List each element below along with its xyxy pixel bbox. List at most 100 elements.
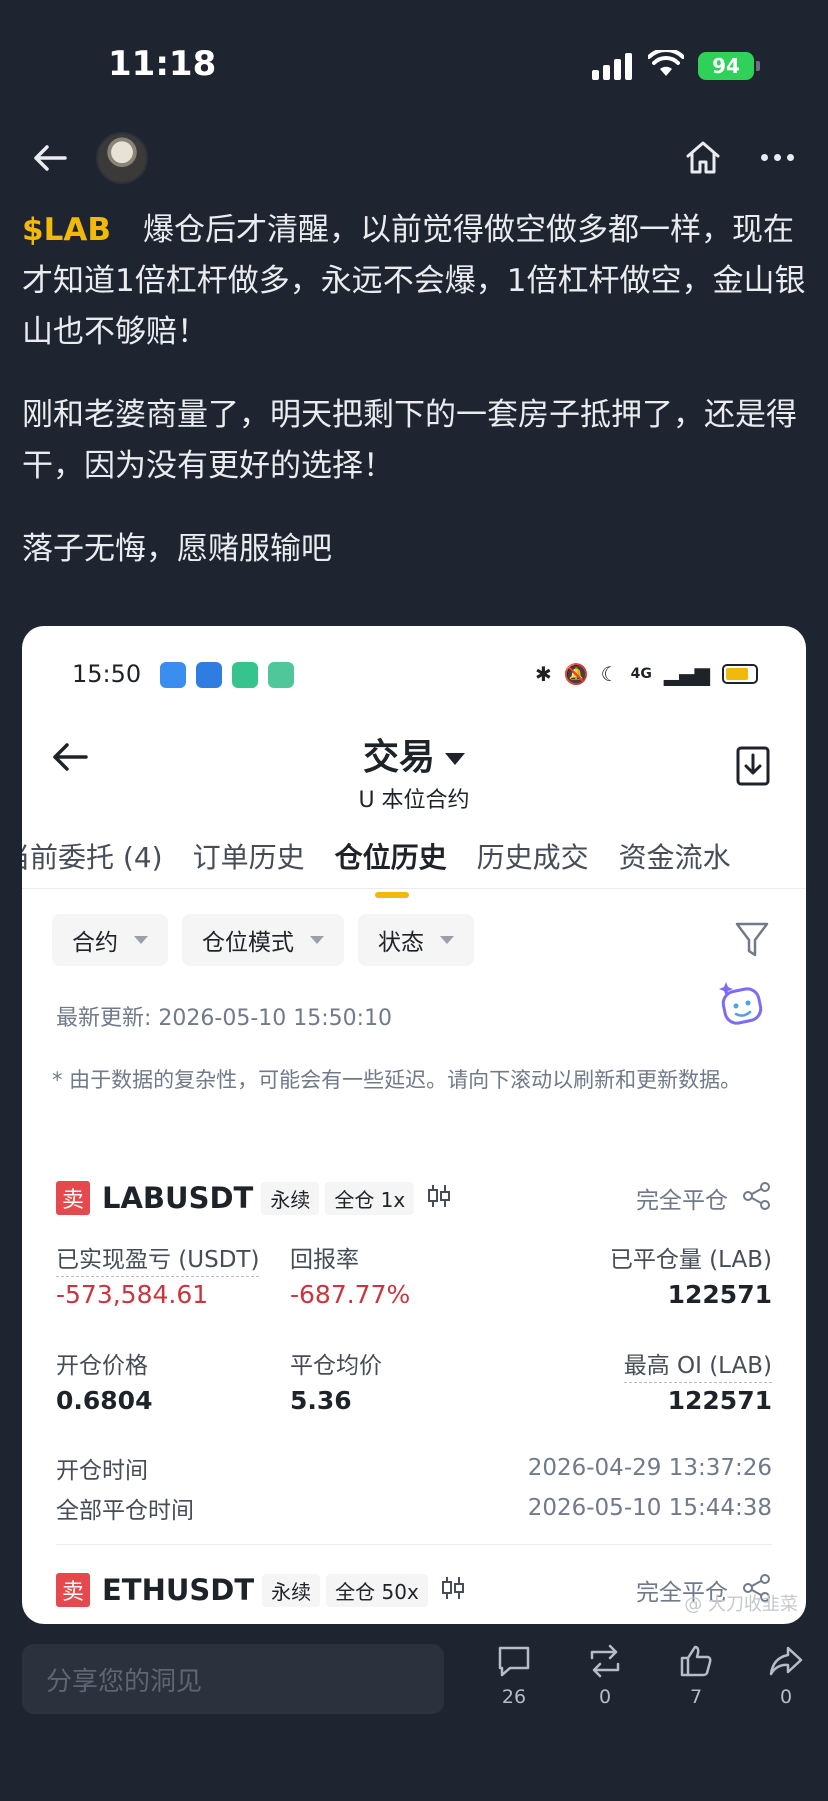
embedded-status-bar: 15:50 ✱ 🔕 ☾ 4G ▂▄▆ xyxy=(22,626,806,722)
position-header: 卖 LABUSDT 永续 全仓 1x 完全平仓 xyxy=(56,1178,772,1218)
margin-mode-pill: 全仓 1x xyxy=(325,1181,415,1215)
delay-notice: * 由于数据的复杂性，可能会有一些延迟。请向下滚动以刷新和更新数据。 xyxy=(52,1068,742,1092)
home-icon[interactable] xyxy=(680,134,726,180)
tab-trade-history[interactable]: 历史成交 xyxy=(477,826,589,896)
realized-pnl-value: -573,584.61 xyxy=(56,1280,209,1309)
page-subtitle: U 本位合约 xyxy=(358,788,470,813)
closed-volume-value: 122571 xyxy=(667,1280,772,1309)
share-arrow-icon xyxy=(769,1646,803,1676)
wifi-icon xyxy=(647,47,685,82)
post-text: 爆仓后才清醒，以前觉得做空做多都一样，现在才知道1倍杠杆做多，永远不会爆，1倍杠… xyxy=(22,212,806,350)
share-button[interactable]: 0 xyxy=(756,1644,816,1708)
filter-bar: 合约 仓位模式 状态 xyxy=(52,914,474,966)
filter-contract[interactable]: 合约 xyxy=(52,914,168,966)
position-status: 完全平仓 xyxy=(636,1188,728,1214)
open-price-value: 0.6804 xyxy=(56,1386,153,1415)
bluetooth-icon: ✱ xyxy=(535,662,552,686)
close-time-label: 全部平仓时间 xyxy=(56,1498,194,1524)
cellular-signal-icon xyxy=(592,52,632,80)
bottom-action-bar: 分享您的洞见 26 0 7 0 xyxy=(0,1630,828,1801)
chevron-down-icon xyxy=(445,753,465,765)
chevron-down-icon xyxy=(134,936,148,944)
embedded-time: 15:50 xyxy=(72,660,142,688)
cashtag-link[interactable]: $LAB xyxy=(22,212,111,248)
author-avatar[interactable] xyxy=(96,132,148,184)
notification-icons xyxy=(160,662,294,688)
filter-funnel-icon[interactable] xyxy=(734,920,770,964)
location-notification-icon xyxy=(232,662,258,688)
roi-value: -687.77% xyxy=(290,1280,411,1309)
contract-type-pill: 永续 xyxy=(261,1181,320,1215)
position-header: 卖 ETHUSDT 永续 全仓 50x 完全平仓 xyxy=(56,1570,772,1610)
position-card[interactable]: 卖 ETHUSDT 永续 全仓 50x 完全平仓 xyxy=(56,1570,772,1610)
open-price-label: 开仓价格 xyxy=(56,1353,148,1379)
download-icon[interactable] xyxy=(736,746,770,790)
back-arrow-icon[interactable] xyxy=(28,136,72,180)
repost-button[interactable]: 0 xyxy=(575,1644,635,1708)
comment-icon xyxy=(498,1646,530,1677)
ai-assistant-icon[interactable] xyxy=(716,978,768,1034)
embedded-header: 交易 U 本位合约 xyxy=(22,722,806,832)
close-time-row: 全部平仓时间 2026-05-10 15:44:38 xyxy=(56,1488,772,1528)
repost-count: 0 xyxy=(598,1686,612,1708)
avg-close-label: 平仓均价 xyxy=(290,1353,382,1379)
margin-mode-pill: 全仓 50x xyxy=(326,1573,428,1607)
divider xyxy=(56,1544,772,1545)
tab-bar: 当前委托 (4) 订单历史 仓位历史 历史成交 资金流水 xyxy=(22,826,806,898)
more-options-icon[interactable] xyxy=(752,134,802,180)
app-notification-icon xyxy=(160,662,186,688)
like-button[interactable]: 7 xyxy=(666,1644,726,1708)
time-rows: 开仓时间 2026-04-29 13:37:26 全部平仓时间 2026-05-… xyxy=(56,1448,772,1528)
filter-position-mode[interactable]: 仓位模式 xyxy=(182,914,344,966)
chevron-down-icon xyxy=(440,936,454,944)
filter-status[interactable]: 状态 xyxy=(358,914,474,966)
candlestick-icon[interactable] xyxy=(440,1575,466,1605)
candlestick-icon[interactable] xyxy=(426,1183,452,1213)
close-time-value: 2026-05-10 15:44:38 xyxy=(527,1495,772,1521)
contract-type-pill: 永续 xyxy=(262,1573,321,1607)
moon-icon: ☾ xyxy=(600,662,619,686)
comment-count: 26 xyxy=(501,1686,527,1708)
battery-icon: 94 xyxy=(698,52,760,80)
last-updated: 最新更新: 2026-05-10 15:50:10 xyxy=(56,1006,393,1031)
embedded-screenshot[interactable]: 15:50 ✱ 🔕 ☾ 4G ▂▄▆ 交易 U 本位合约 当前委托 (4) 订单… xyxy=(22,626,806,1624)
post-paragraph: 刚和老婆商量了，明天把剩下的一套房子抵押了，还是得干，因为没有更好的选择！ xyxy=(22,397,797,484)
repost-icon xyxy=(590,1644,620,1678)
tab-funding-flow[interactable]: 资金流水 xyxy=(619,826,731,896)
battery-icon xyxy=(722,664,758,684)
like-count: 7 xyxy=(689,1686,703,1708)
closed-volume-label: 已平仓量 (LAB) xyxy=(609,1247,772,1273)
post-paragraph: $LAB 爆仓后才清醒，以前觉得做空做多都一样，现在才知道1倍杠杆做多，永远不会爆… xyxy=(22,205,812,358)
network-label: 4G xyxy=(630,666,652,682)
battery-level: 94 xyxy=(712,54,740,78)
sell-badge: 卖 xyxy=(56,1573,90,1607)
mute-icon: 🔕 xyxy=(563,662,589,686)
price-row: 开仓价格 0.6804 平仓均价 5.36 最高 OI (LAB) 122571 xyxy=(56,1346,772,1430)
bluetooth-notification-icon xyxy=(196,662,222,688)
app-notification-icon xyxy=(268,662,294,688)
open-time-row: 开仓时间 2026-04-29 13:37:26 xyxy=(56,1448,772,1488)
tab-position-history[interactable]: 仓位历史 xyxy=(335,826,447,898)
status-bar: 11:18 94 xyxy=(0,0,828,120)
top-nav xyxy=(0,128,828,188)
roi-label: 回报率 xyxy=(290,1247,359,1273)
open-time-value: 2026-04-29 13:37:26 xyxy=(527,1455,772,1481)
thumbs-up-icon xyxy=(680,1645,712,1677)
tab-order-history[interactable]: 订单历史 xyxy=(193,826,305,896)
embedded-system-icons: ✱ 🔕 ☾ 4G ▂▄▆ xyxy=(535,662,758,686)
reply-input[interactable]: 分享您的洞见 xyxy=(22,1644,444,1714)
status-time: 11:18 xyxy=(108,44,217,84)
share-icon[interactable] xyxy=(742,1181,772,1215)
pnl-row: 已实现盈亏 (USDT) -573,584.61 回报率 -687.77% 已平… xyxy=(56,1240,772,1324)
realized-pnl-label: 已实现盈亏 (USDT) xyxy=(56,1240,260,1277)
watermark: @ 大刀收韭菜 xyxy=(684,1594,798,1615)
tab-open-orders[interactable]: 当前委托 (4) xyxy=(22,826,163,896)
comment-button[interactable]: 26 xyxy=(484,1644,544,1708)
share-count: 0 xyxy=(779,1686,793,1708)
position-card[interactable]: 卖 LABUSDT 永续 全仓 1x 完全平仓 已实现盈亏 (USDT) -57… xyxy=(56,1178,772,1528)
position-symbol: LABUSDT xyxy=(102,1181,254,1215)
position-symbol: ETHUSDT xyxy=(102,1573,255,1607)
page-title[interactable]: 交易 xyxy=(22,728,806,780)
max-oi-label: 最高 OI (LAB) xyxy=(623,1346,772,1383)
divider xyxy=(22,888,806,889)
